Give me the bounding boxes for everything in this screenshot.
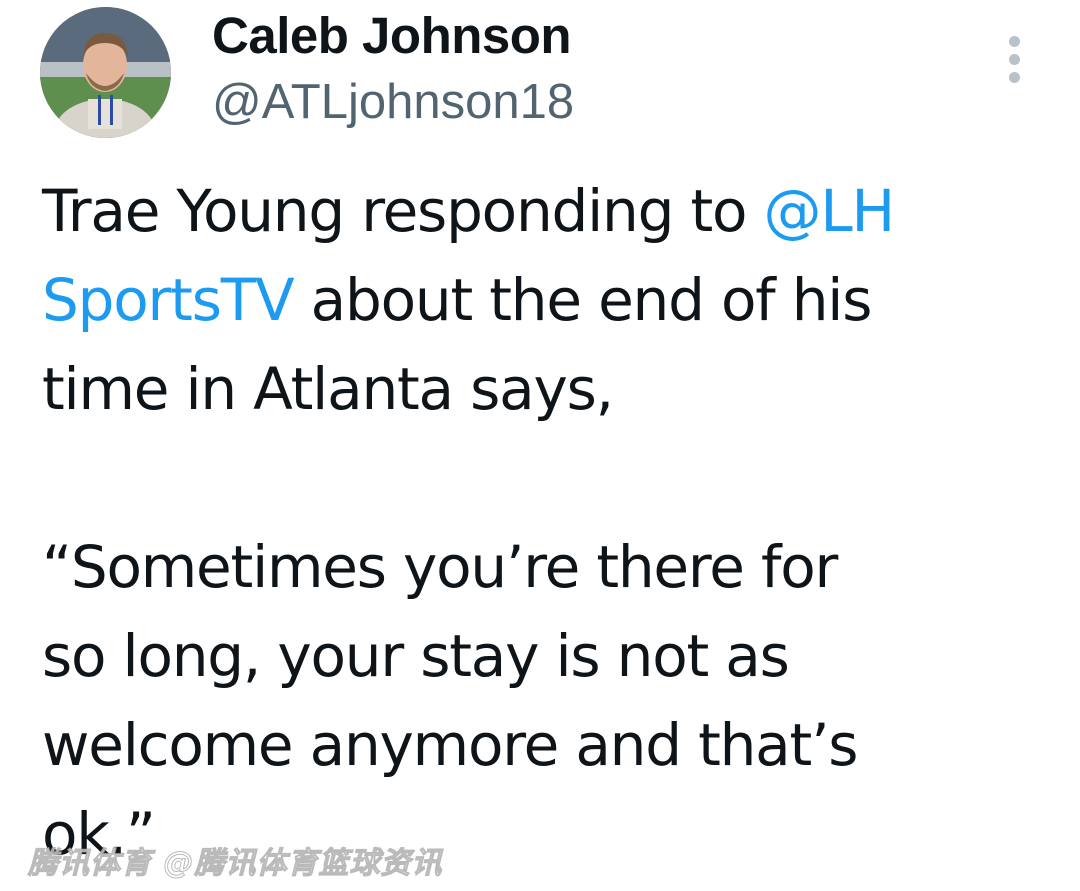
tweet-text: Trae Young responding to @LH SportsTV ab… — [42, 167, 1052, 879]
author-display-name[interactable]: Caleb Johnson — [212, 6, 572, 66]
more-options-button[interactable] — [998, 34, 1032, 86]
quote-line-2: so long, your stay is not as — [42, 622, 790, 690]
watermark: 腾讯体育 @腾讯体育篮球资讯 — [27, 846, 443, 882]
tweet-paragraph-break — [42, 434, 1052, 523]
tweet-text-segment: Trae Young responding to — [42, 177, 764, 245]
tweet-text-segment: about the end of his — [293, 266, 873, 334]
mention-link[interactable]: SportsTV — [42, 266, 295, 334]
mention-link[interactable]: @LH — [764, 177, 896, 245]
tweet-line-2: SportsTV about the end of his — [42, 256, 1052, 345]
avatar-photo — [40, 7, 171, 138]
tweet-line-1: Trae Young responding to @LH — [42, 167, 1052, 256]
tweet-line-3: time in Atlanta says, — [42, 355, 614, 423]
quote-line-1: “Sometimes you’re there for — [42, 533, 838, 601]
author-handle[interactable]: @ATLjohnson18 — [212, 72, 574, 132]
avatar[interactable] — [40, 7, 171, 138]
quote-line-3: welcome anymore and that’s — [42, 711, 859, 779]
